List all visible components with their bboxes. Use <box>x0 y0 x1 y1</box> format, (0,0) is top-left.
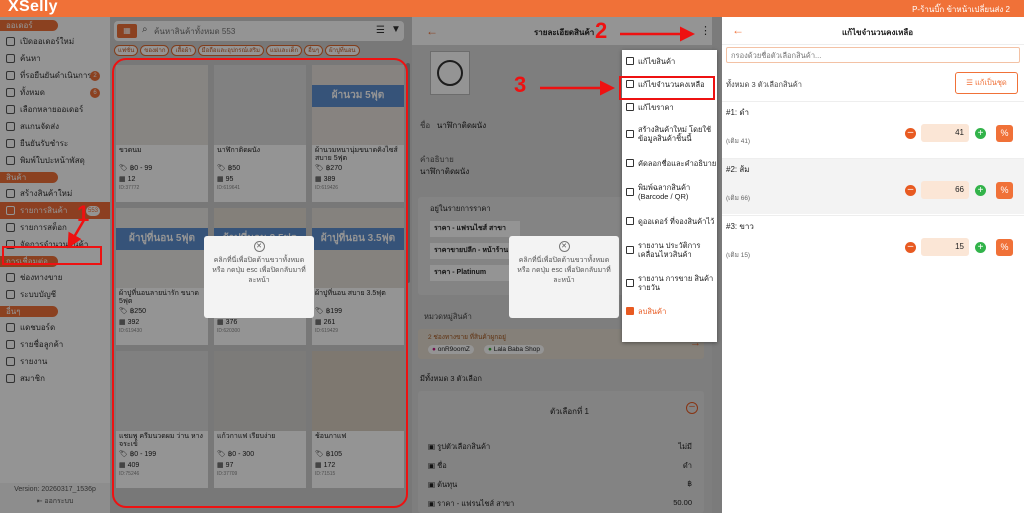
menu-item-label: พิมพ์ฉลากสินค้า (Barcode / QR) <box>638 183 691 201</box>
copy-icon <box>626 159 634 167</box>
option-number: #3: <box>726 222 738 231</box>
menu-item[interactable]: รายงาน การขาย สินค้ารายวัน <box>622 266 717 300</box>
menu-item-label: คัดลอกชื่อและคำอธิบาย <box>638 158 717 168</box>
annotation-box-sidebar-item <box>2 246 102 265</box>
previous-qty: (เดิม 66) <box>726 195 751 202</box>
menu-item[interactable]: ลบสินค้า <box>622 300 717 322</box>
variant-filter-input[interactable] <box>726 47 1020 63</box>
menu-item[interactable]: สร้างสินค้าใหม่ โดยใช้ข้อมูลสินค้าชิ้นนี… <box>622 118 717 150</box>
percent-adjust-button[interactable]: % <box>996 125 1013 142</box>
option-name: #1: ดำ <box>726 106 749 119</box>
quantity-input[interactable]: 66 <box>921 181 969 199</box>
edit-stock-panel: ← แก้ไขจำนวนคงเหลือ ทั้งหมด 3 ตัวเลือกสิ… <box>722 17 1024 513</box>
option-name: #2: ส้ม <box>726 163 750 176</box>
option-number: #2: <box>726 165 738 174</box>
option-number: #1: <box>726 108 738 117</box>
stock-header: ← แก้ไขจำนวนคงเหลือ <box>722 17 1024 45</box>
menu-item-label: รายงาน การขาย สินค้ารายวัน <box>638 274 714 292</box>
pencil-icon <box>626 57 634 65</box>
annotation-number-1: 1 <box>77 201 90 226</box>
menu-item-label: แก้ไขราคา <box>638 102 674 112</box>
decrement-button[interactable]: – <box>905 128 916 139</box>
close-panels-popup[interactable]: ✕ คลิกที่นี่เพื่อปิดด้านขวาทั้งหมด หรือ … <box>509 236 619 318</box>
stock-option-row: #1: ดำ (เดิม 41) –41 +% <box>722 101 1024 157</box>
stock-option-row: #2: ส้ม (เดิม 66) –66 +% <box>722 158 1024 214</box>
percent-adjust-button[interactable]: % <box>996 239 1013 256</box>
top-bar: XSelly P-ร้านบิ๊ก ข้าหน้าเปลี่ยนส่ง 2 <box>0 0 1024 17</box>
increment-button[interactable]: + <box>975 185 986 196</box>
close-icon[interactable]: ✕ <box>558 241 570 252</box>
menu-item-label: แก้ไขสินค้า <box>638 56 676 66</box>
shop-selector[interactable]: P-ร้านบิ๊ก ข้าหน้าเปลี่ยนส่ง 2 <box>912 3 1010 16</box>
calendar-icon <box>626 279 634 287</box>
option-label: ดำ <box>739 108 750 117</box>
list-icon <box>626 217 634 225</box>
decrement-button[interactable]: – <box>905 242 916 253</box>
annotation-number-3: 3 <box>514 72 527 97</box>
menu-item-label: รายงาน ประวัติการ เคลื่อนไหวสินค้า <box>638 241 701 259</box>
menu-item-label: ลบสินค้า <box>638 306 667 316</box>
copy-add-icon <box>626 130 634 138</box>
stock-option-row: #3: ขาว (เดิม 15) –15 +% <box>722 215 1024 271</box>
quantity-input[interactable]: 15 <box>921 238 969 256</box>
option-label: ส้ม <box>739 165 750 174</box>
pencil-icon <box>626 103 634 111</box>
stock-title: แก้ไขจำนวนคงเหลือ <box>842 28 914 37</box>
popup-text: คลิกที่นี่เพื่อปิดด้านขวาทั้งหมด หรือ กด… <box>517 257 611 284</box>
batch-edit-button[interactable]: ☰ แก้เป็นชุด <box>955 72 1018 94</box>
trash-icon <box>626 307 634 315</box>
menu-item[interactable]: รายงาน ประวัติการ เคลื่อนไหวสินค้า <box>622 234 717 266</box>
option-name: #3: ขาว <box>726 220 754 233</box>
menu-item-label: ดูออเดอร์ ที่จองสินค้าไว้ <box>638 216 715 226</box>
previous-qty: (เดิม 15) <box>726 252 751 259</box>
menu-item[interactable]: คัดลอกชื่อและคำอธิบาย <box>622 150 717 176</box>
quantity-input[interactable]: 41 <box>921 124 969 142</box>
option-label: ขาว <box>739 222 754 231</box>
sidebar-overlay <box>0 17 110 513</box>
percent-adjust-button[interactable]: % <box>996 182 1013 199</box>
menu-item[interactable]: พิมพ์ฉลากสินค้า (Barcode / QR) <box>622 176 717 208</box>
variant-count: ทั้งหมด 3 ตัวเลือกสินค้า <box>726 80 802 89</box>
back-arrow-icon[interactable]: ← <box>732 23 744 37</box>
annotation-box-menu-item <box>619 76 715 100</box>
increment-button[interactable]: + <box>975 242 986 253</box>
printer-icon <box>626 188 634 196</box>
annotation-box-product-list <box>112 58 408 508</box>
increment-button[interactable]: + <box>975 128 986 139</box>
annotation-number-2: 2 <box>595 18 608 43</box>
previous-qty: (เดิม 41) <box>726 138 751 145</box>
menu-item-label: สร้างสินค้าใหม่ โดยใช้ข้อมูลสินค้าชิ้นนี… <box>638 125 712 143</box>
decrement-button[interactable]: – <box>905 185 916 196</box>
batch-edit-label: แก้เป็นชุด <box>975 78 1007 87</box>
history-icon <box>626 246 634 254</box>
app-logo[interactable]: XSelly <box>8 0 58 16</box>
menu-item[interactable]: แก้ไขสินค้า <box>622 50 717 72</box>
menu-item[interactable]: ดูออเดอร์ ที่จองสินค้าไว้ <box>622 208 717 234</box>
